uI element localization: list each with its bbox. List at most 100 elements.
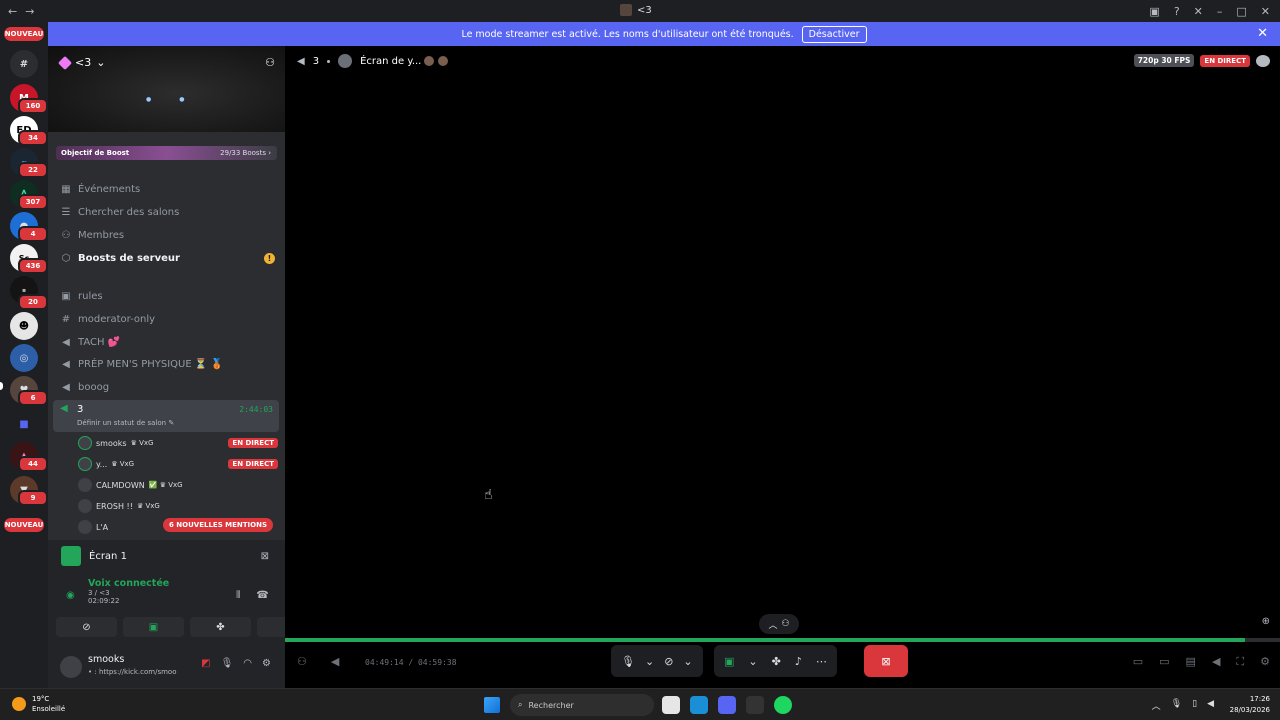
popout-icon[interactable]: ▭ <box>1133 655 1143 669</box>
server-folder[interactable]: ■ <box>10 410 38 438</box>
screen-share-label: Écran 1 <box>89 550 127 562</box>
voice-user[interactable]: y... ♛ VxG EN DIRECT <box>78 455 278 473</box>
app-icon[interactable] <box>746 696 764 714</box>
guild-tag: ✅ ♛ VxG <box>148 481 183 489</box>
volume-icon[interactable]: ◀ <box>1207 699 1214 712</box>
server-icon[interactable]: # <box>10 50 38 78</box>
menu-label: Chercher des salons <box>78 206 180 218</box>
server-icon[interactable]: ◎ <box>10 344 38 372</box>
fullscreen-icon[interactable]: ⛶ <box>1236 655 1244 669</box>
channel-booog[interactable]: ◀ booog <box>56 377 277 397</box>
voice-user[interactable]: CALMDOWN ✅ ♛ VxG <box>78 476 278 494</box>
tools-icon[interactable]: ✕ <box>1194 5 1203 18</box>
soundboard-icon[interactable]: ♪ <box>795 655 802 668</box>
settings-gear-icon[interactable]: ⚙ <box>262 658 271 669</box>
invite-icon[interactable]: ⚇ <box>265 56 275 69</box>
clock[interactable]: 17:26 28/03/2026 <box>1230 694 1270 716</box>
channel-label: moderator-only <box>78 313 156 325</box>
chevron-down-icon[interactable]: ⌄ <box>645 655 654 668</box>
noise-suppression-icon[interactable]: ⦀ <box>236 590 240 601</box>
more-icon[interactable]: ⋯ <box>816 655 827 668</box>
voice-user[interactable]: EROSH !! ♛ VxG <box>78 497 278 515</box>
temperature: 19°C <box>32 695 50 703</box>
channel-rules[interactable]: ▣ rules <box>56 286 277 306</box>
new-badge: NOUVEAU <box>4 518 44 532</box>
app-icon[interactable] <box>662 696 680 714</box>
forward-arrow-icon[interactable]: → <box>25 5 34 18</box>
screen-share-icon[interactable]: ▣ <box>724 655 734 668</box>
volume-icon[interactable]: ◀ <box>1212 655 1220 669</box>
banner-close-icon[interactable]: ✕ <box>1257 26 1268 41</box>
avatar <box>78 436 92 450</box>
stream-icon[interactable]: ◩ <box>201 658 210 669</box>
channel-label: booog <box>78 381 110 393</box>
channel-moderator-only[interactable]: # moderator-only <box>56 309 277 329</box>
microphone-icon[interactable]: 🎙︎ <box>221 658 234 669</box>
boost-goal-bar[interactable]: Objectif de Boost 29/33 Boosts › <box>56 146 277 160</box>
menu-server-boosts[interactable]: ⬡ Boosts de serveur ! <box>56 248 277 268</box>
activities-button[interactable]: ✤ <box>190 617 251 637</box>
pip-icon[interactable]: ▭ <box>1159 655 1169 669</box>
camera-off-button[interactable]: ⊘ <box>56 617 117 637</box>
spotify-icon[interactable] <box>774 696 792 714</box>
start-icon[interactable] <box>484 697 500 713</box>
screen-share-icon[interactable]: ▣ <box>1149 5 1159 18</box>
screen-share-button[interactable]: ▣ <box>123 617 184 637</box>
username[interactable]: smooks <box>88 654 124 665</box>
chevron-down-icon[interactable]: ⌄ <box>683 655 692 668</box>
server-name[interactable]: <3 ⌄ <box>57 55 106 70</box>
chevron-down-icon: ⌄ <box>96 56 106 69</box>
live-badge: EN DIRECT <box>1200 54 1250 67</box>
back-arrow-icon[interactable]: ← <box>8 5 17 18</box>
microphone-icon[interactable]: 🎙︎ <box>1171 699 1182 712</box>
avatar[interactable] <box>60 656 82 678</box>
stream-stage[interactable]: ◀ 3 Écran de y... 720p 30 FPS EN DIRECT … <box>285 46 1280 688</box>
server-icon[interactable]: ☻ <box>10 312 38 340</box>
taskbar-search[interactable]: ⌕ Rechercher <box>510 694 654 716</box>
disconnect-icon[interactable]: ☎ <box>256 590 268 601</box>
disable-streamer-button[interactable]: Désactiver <box>801 25 867 43</box>
activities-icon[interactable]: ✤ <box>772 655 781 668</box>
chat-icon[interactable] <box>1256 54 1270 67</box>
zoom-icon[interactable]: ⊕ <box>1262 616 1270 627</box>
chevron-down-icon[interactable]: ⌄ <box>748 655 757 668</box>
search-icon: ⌕ <box>518 700 523 709</box>
signal-icon: ◉ <box>66 590 75 601</box>
channel-prep[interactable]: ◀ PRÉP MEN'S PHYSIQUE ⏳ 🥉 <box>56 354 277 374</box>
maximize-icon[interactable]: □ <box>1236 5 1246 18</box>
minimize-icon[interactable]: – <box>1217 5 1223 18</box>
voice-user[interactable]: smooks ♛ VxG EN DIRECT <box>78 434 278 452</box>
menu-members[interactable]: ⚇ Membres <box>56 225 277 245</box>
volume-icon[interactable]: ◀ <box>331 655 339 668</box>
headphones-icon[interactable]: ◠ <box>243 658 252 669</box>
server-banner[interactable]: <3 ⌄ ⚇ ●● <box>48 46 285 132</box>
discord-icon[interactable] <box>718 696 736 714</box>
server-list: NOUVEAU # M 160 FD 34 ~ 22 ⋀ 307 ● 4 Sc … <box>0 22 48 688</box>
stage-channel-name: 3 <box>312 55 320 67</box>
chevron-up-icon[interactable]: ︿ <box>1152 699 1161 712</box>
menu-browse-channels[interactable]: ☰ Chercher des salons <box>56 202 277 222</box>
avatar <box>78 499 92 513</box>
voice-channel-active[interactable]: ◀ 3 2:44:03 Définir un statut de salon ✎ <box>53 400 279 432</box>
edge-icon[interactable] <box>690 696 708 714</box>
help-icon[interactable]: ? <box>1174 5 1180 18</box>
stop-share-icon[interactable]: ⊠ <box>261 551 269 562</box>
channel-tach[interactable]: ◀ TACH 💕 <box>56 332 277 352</box>
settings-gear-icon[interactable]: ⚙ <box>1260 655 1270 669</box>
end-stream-button[interactable]: ⊠ <box>864 645 908 677</box>
close-icon[interactable]: ✕ <box>1261 5 1270 18</box>
unread-badge: 44 <box>18 456 48 472</box>
screen-share-status[interactable]: Écran 1 ⊠ <box>48 540 285 572</box>
add-user-icon[interactable]: ⚇ <box>297 655 307 668</box>
set-status-link[interactable]: Définir un statut de salon ✎ <box>77 419 174 427</box>
participants-toggle[interactable]: ︿ ⚇ <box>759 614 799 634</box>
camera-off-icon[interactable]: ⊘ <box>664 655 673 668</box>
voice-status[interactable]: Voix connectée <box>88 578 169 589</box>
microphone-icon[interactable]: 🎙︎ <box>621 655 635 668</box>
phone-icon[interactable]: ▯ <box>1192 699 1197 712</box>
new-mentions-badge[interactable]: 6 NOUVELLES MENTIONS <box>163 518 274 532</box>
members-icon: ⚇ <box>61 229 71 241</box>
layout-icon[interactable]: ▤ <box>1186 655 1196 669</box>
weather-widget[interactable]: 19°C Ensoleillé <box>12 694 65 714</box>
menu-events[interactable]: ▦ Événements <box>56 179 277 199</box>
